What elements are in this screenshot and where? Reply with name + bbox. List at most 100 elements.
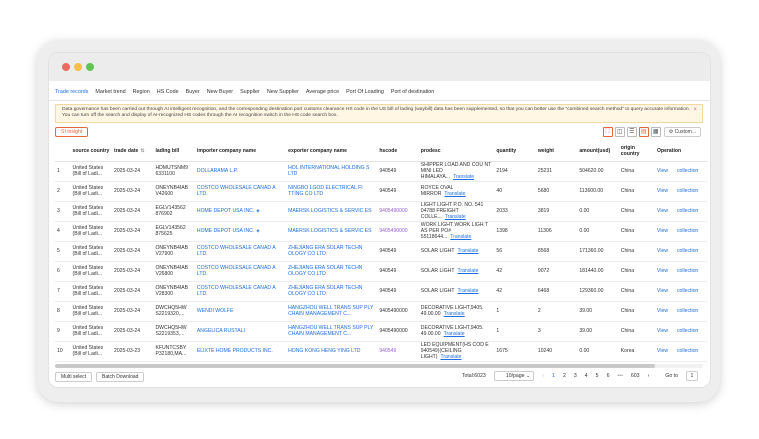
- collection-link[interactable]: collection: [677, 208, 698, 214]
- exporter-link[interactable]: ZHEJIANG ERA SOLAR TECHN OLOGY CO LTD: [286, 281, 378, 302]
- batch-download-button[interactable]: Batch Download: [96, 372, 145, 382]
- collection-link[interactable]: collection: [677, 248, 698, 254]
- exporter-link[interactable]: HANGZHOU WELL TRANS SUP PLY CHAIN MANAGE…: [286, 301, 378, 322]
- horizontal-scrollbar[interactable]: [55, 364, 703, 368]
- view-link[interactable]: View: [657, 228, 668, 234]
- close-window-dot[interactable]: [62, 63, 70, 71]
- page-2-button[interactable]: 2: [563, 373, 566, 379]
- importer-link[interactable]: HOME DEPOT USA INC.: [197, 208, 254, 214]
- list-view-icon[interactable]: ☰: [626, 127, 637, 137]
- translate-link[interactable]: Translate: [450, 234, 471, 240]
- exporter-link[interactable]: NINGBO LGOD ELECTRICAL FI TTING CO LTD: [286, 181, 378, 202]
- table-row[interactable]: 8 United States (Bill of Ladi... 2025-03-2…: [55, 301, 707, 322]
- importer-link[interactable]: DOLLARAMA L.P.: [197, 168, 238, 174]
- table-row[interactable]: 7 United States (Bill of Ladi... 2025-03-2…: [55, 281, 707, 302]
- maximize-window-dot[interactable]: [86, 63, 94, 71]
- collection-link[interactable]: collection: [677, 348, 698, 354]
- importer-link[interactable]: COSTCO WHOLESALE CANAD A LTD.: [197, 245, 275, 257]
- table-row[interactable]: 2 United States (Bill of Ladi... 2025-03-2…: [55, 181, 707, 202]
- tab-port-of-loading[interactable]: Port Of Loading: [346, 87, 391, 101]
- collection-link[interactable]: collection: [677, 308, 698, 314]
- operation-cell: View collection: [655, 201, 707, 222]
- view-link[interactable]: View: [657, 328, 668, 334]
- collection-link[interactable]: collection: [677, 288, 698, 294]
- page-4-button[interactable]: 4: [585, 373, 588, 379]
- tab-hs-code[interactable]: HS Code: [157, 87, 186, 101]
- multi-select-button[interactable]: Multi select: [55, 372, 93, 382]
- scrollbar-thumb[interactable]: [55, 364, 655, 368]
- tab-trade-records[interactable]: Trade records: [55, 87, 96, 101]
- importer-link[interactable]: COSTCO WHOLESALE CANAD A LTD.: [197, 185, 275, 197]
- exporter-link[interactable]: MAERSK LOGISTICS & SERVIC ES: [286, 201, 378, 222]
- tab-region[interactable]: Region: [133, 87, 157, 101]
- tab-new-buyer[interactable]: New Buyer: [207, 87, 240, 101]
- table-row[interactable]: 1 United States (Bill of Ladi... 2025-03-2…: [55, 161, 707, 182]
- view-link[interactable]: View: [657, 188, 668, 194]
- translate-link[interactable]: Translate: [444, 191, 465, 197]
- page-size-select[interactable]: 10/page ⌄: [493, 371, 535, 381]
- exporter-link[interactable]: ZHEJIANG ERA SOLAR TECHN OLOGY CO LTD: [286, 261, 378, 282]
- translate-link[interactable]: Translate: [444, 331, 465, 337]
- table-row[interactable]: 9 United States (Bill of Ladi... 2025-03-2…: [55, 321, 707, 342]
- tab-new-supplier[interactable]: New Supplier: [267, 87, 306, 101]
- table-row[interactable]: 4 United States (Bill of Ladi... 2025-03-2…: [55, 221, 707, 242]
- view-link[interactable]: View: [657, 348, 668, 354]
- importer-link[interactable]: COSTCO WHOLESALE CANAD A LTD.: [197, 265, 275, 277]
- page-5-button[interactable]: 5: [596, 373, 599, 379]
- table-row[interactable]: 6 United States (Bill of Ladi... 2025-03-2…: [55, 261, 707, 282]
- tab-market-trend[interactable]: Market trend: [95, 87, 132, 101]
- sort-icon[interactable]: ⇅: [140, 148, 144, 154]
- collection-link[interactable]: collection: [677, 188, 698, 194]
- exporter-link[interactable]: HOL INTERNATIONAL HOLDING S LTD: [286, 161, 378, 182]
- view-link[interactable]: View: [657, 168, 668, 174]
- exporter-link[interactable]: ZHEJIANG ERA SOLAR TECHN OLOGY CO LTD: [286, 241, 378, 262]
- tab-average-price[interactable]: Average price: [306, 87, 346, 101]
- collection-link[interactable]: collection: [677, 328, 698, 334]
- tab-port-of-destination[interactable]: Port of destination: [391, 87, 441, 101]
- importer-link[interactable]: WENDI WOLFE: [197, 308, 234, 314]
- si-insight-button[interactable]: SI insight: [55, 127, 89, 137]
- tab-supplier[interactable]: Supplier: [240, 87, 267, 101]
- expand-icon[interactable]: ⛶: [602, 127, 613, 137]
- exporter-link[interactable]: MAERSK LOGISTICS & SERVIC ES: [286, 221, 378, 242]
- importer-link[interactable]: ELIXTE HOME PRODUCTS INC.: [197, 348, 273, 354]
- page-1-button[interactable]: 1: [552, 373, 555, 379]
- translate-link[interactable]: Translate: [457, 268, 478, 274]
- grid-view-icon[interactable]: ▦: [650, 127, 661, 137]
- view-link[interactable]: View: [657, 308, 668, 314]
- close-icon[interactable]: ×: [693, 107, 697, 113]
- table-row[interactable]: 3 United States (Bill of Ladi... 2025-03-2…: [55, 201, 707, 222]
- importer-link[interactable]: COSTCO WHOLESALE CANAD A LTD.: [197, 285, 275, 297]
- table-view-icon[interactable]: ▤: [638, 127, 649, 137]
- translate-link[interactable]: Translate: [457, 288, 478, 294]
- next-page-button[interactable]: ›: [648, 373, 650, 379]
- importer-link[interactable]: HOME DEPOT USA INC.: [197, 228, 254, 234]
- translate-link[interactable]: Translate: [444, 311, 465, 317]
- view-link[interactable]: View: [657, 288, 668, 294]
- exporter-link[interactable]: HANGZHOU WELL TRANS SUP PLY CHAIN MANAGE…: [286, 321, 378, 342]
- translate-link[interactable]: Translate: [445, 214, 466, 220]
- view-link[interactable]: View: [657, 208, 668, 214]
- translate-link[interactable]: Translate: [457, 248, 478, 254]
- view-link[interactable]: View: [657, 248, 668, 254]
- exporter-link[interactable]: HONG KONG HENG YING LTD: [286, 341, 378, 362]
- pagination-ellipsis[interactable]: •••: [617, 373, 622, 379]
- minimize-window-dot[interactable]: [74, 63, 82, 71]
- translate-link[interactable]: Translate: [440, 354, 461, 360]
- translate-link[interactable]: Translate: [453, 174, 474, 180]
- collection-link[interactable]: collection: [677, 168, 698, 174]
- page-6-button[interactable]: 6: [607, 373, 610, 379]
- collection-link[interactable]: collection: [677, 228, 698, 234]
- customize-button[interactable]: ⚙ Custom...: [663, 127, 701, 137]
- tab-buyer[interactable]: Buyer: [186, 87, 207, 101]
- compare-icon[interactable]: ◫: [614, 127, 625, 137]
- table-row[interactable]: 10 United States (Bill of Ladi... 2025-03-…: [55, 341, 707, 362]
- table-row[interactable]: 5 United States (Bill of Ladi... 2025-03-2…: [55, 241, 707, 262]
- goto-page-input[interactable]: 1: [686, 371, 698, 381]
- collection-link[interactable]: collection: [677, 268, 698, 274]
- header-trade-date[interactable]: trade date ⇅: [112, 141, 154, 162]
- page-3-button[interactable]: 3: [574, 373, 577, 379]
- view-link[interactable]: View: [657, 268, 668, 274]
- importer-link[interactable]: ANGELICA RUSTALI: [197, 328, 245, 334]
- last-page-button[interactable]: 603: [631, 373, 640, 379]
